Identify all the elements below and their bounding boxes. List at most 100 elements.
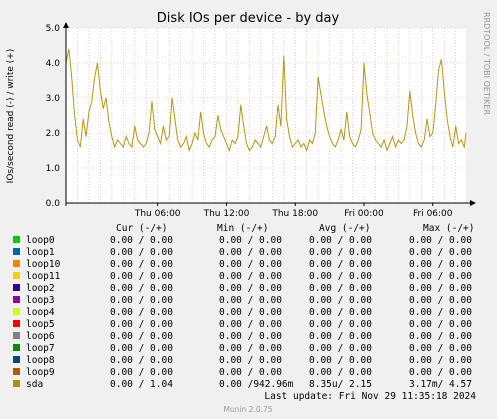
legend-header-avg: Avg (-/+) bbox=[319, 223, 370, 234]
data-point bbox=[79, 146, 81, 148]
legend-min: 0.00 / 0.00 bbox=[219, 367, 282, 378]
data-point bbox=[465, 132, 467, 134]
legend-cur: 0.00 / 0.00 bbox=[110, 367, 173, 378]
legend-max: 0.00 / 0.00 bbox=[409, 331, 472, 342]
data-point bbox=[354, 146, 356, 148]
legend-label: loop11 bbox=[26, 271, 61, 282]
data-point bbox=[177, 139, 179, 141]
data-point bbox=[234, 143, 236, 144]
legend-min: 0.00 / 0.00 bbox=[219, 271, 282, 282]
legend-header-min: Min (-/+) bbox=[217, 223, 268, 234]
legend-header-max: Max (-/+) bbox=[423, 223, 474, 234]
data-point bbox=[151, 101, 153, 102]
data-point bbox=[211, 139, 213, 141]
data-point bbox=[114, 146, 116, 148]
legend-swatch bbox=[13, 272, 20, 279]
data-point bbox=[363, 62, 365, 64]
legend-cur: 0.00 / 0.00 bbox=[110, 307, 173, 318]
data-point bbox=[409, 90, 411, 92]
legend-min: 0.00 / 0.00 bbox=[219, 319, 282, 330]
munin-version: Munin 2.0.75 bbox=[223, 405, 272, 414]
data-point bbox=[274, 136, 276, 137]
data-point bbox=[180, 146, 182, 148]
data-point bbox=[340, 129, 342, 130]
data-point bbox=[392, 136, 394, 137]
data-point bbox=[240, 104, 242, 106]
data-point bbox=[88, 111, 90, 113]
legend-max: 0.00 / 0.00 bbox=[409, 319, 472, 330]
data-point bbox=[337, 139, 339, 141]
data-point bbox=[97, 62, 98, 64]
legend-min: 0.00 / 0.00 bbox=[219, 247, 282, 258]
data-point bbox=[131, 146, 133, 148]
data-point bbox=[174, 118, 176, 120]
legend-header-cur: Cur (-/+) bbox=[116, 223, 167, 234]
data-point bbox=[320, 94, 322, 95]
legend-max: 0.00 / 0.00 bbox=[409, 343, 472, 354]
x-tick-label: Fri 00:00 bbox=[344, 209, 384, 219]
legend-cur: 0.00 / 0.00 bbox=[110, 355, 173, 366]
legend-swatch bbox=[13, 308, 20, 315]
data-point bbox=[257, 143, 259, 144]
data-point bbox=[108, 122, 110, 123]
x-axis-arrow bbox=[470, 200, 476, 206]
legend-avg: 0.00 / 0.00 bbox=[309, 247, 372, 258]
data-point bbox=[260, 146, 262, 148]
legend-min: 0.00 / 0.00 bbox=[219, 295, 282, 306]
data-point bbox=[380, 146, 382, 148]
data-point bbox=[440, 59, 442, 60]
legend-swatch bbox=[13, 332, 20, 339]
data-point bbox=[383, 139, 385, 141]
legend-max: 0.00 / 0.00 bbox=[409, 355, 472, 366]
legend-avg: 0.00 / 0.00 bbox=[309, 367, 372, 378]
data-point bbox=[91, 101, 93, 102]
data-point bbox=[312, 143, 313, 144]
legend-label: loop1 bbox=[26, 247, 55, 258]
data-point bbox=[157, 136, 159, 137]
legend-cur: 0.00 / 0.00 bbox=[110, 259, 173, 270]
legend-cur: 0.00 / 0.00 bbox=[110, 283, 173, 294]
legend-cur: 0.00 / 1.04 bbox=[110, 379, 173, 390]
data-point bbox=[369, 111, 371, 113]
data-point bbox=[206, 143, 207, 144]
legend-min: 0.00 / 0.00 bbox=[219, 259, 282, 270]
plot-area bbox=[66, 28, 466, 203]
legend-min: 0.00 / 0.00 bbox=[219, 331, 282, 342]
legend-avg: 0.00 / 0.00 bbox=[309, 331, 372, 342]
data-point bbox=[185, 136, 187, 137]
data-point bbox=[77, 139, 78, 141]
data-point bbox=[377, 143, 379, 144]
data-point bbox=[165, 139, 167, 141]
data-point bbox=[226, 143, 227, 144]
data-point bbox=[366, 94, 368, 95]
legend-avg: 0.00 / 0.00 bbox=[309, 343, 372, 354]
data-point bbox=[389, 143, 391, 144]
data-point bbox=[134, 125, 136, 127]
legend-max: 0.00 / 0.00 bbox=[409, 367, 472, 378]
data-point bbox=[455, 125, 457, 127]
data-point bbox=[286, 118, 288, 120]
data-point bbox=[435, 104, 437, 106]
data-point bbox=[300, 146, 302, 148]
legend-cur: 0.00 / 0.00 bbox=[110, 295, 173, 306]
legend-cur: 0.00 / 0.00 bbox=[110, 331, 173, 342]
data-point bbox=[352, 143, 353, 144]
legend-max: 0.00 / 0.00 bbox=[409, 283, 472, 294]
data-point bbox=[203, 132, 204, 134]
data-point bbox=[423, 139, 425, 141]
data-point bbox=[346, 111, 348, 113]
data-point bbox=[183, 143, 184, 144]
legend-label: sda bbox=[26, 379, 43, 390]
data-point bbox=[360, 129, 362, 130]
legend-cur: 0.00 / 0.00 bbox=[110, 343, 173, 354]
data-point bbox=[323, 111, 325, 113]
legend: Cur (-/+) Min (-/+) Avg (-/+) Max (-/+) bbox=[116, 223, 474, 234]
data-point bbox=[397, 139, 399, 141]
data-point bbox=[105, 97, 107, 99]
data-point bbox=[137, 139, 139, 141]
data-point bbox=[82, 118, 84, 120]
legend-swatch bbox=[13, 344, 20, 351]
legend-swatch bbox=[13, 320, 20, 327]
data-point bbox=[432, 132, 434, 134]
legend-min: 0.00 / 0.00 bbox=[219, 283, 282, 294]
